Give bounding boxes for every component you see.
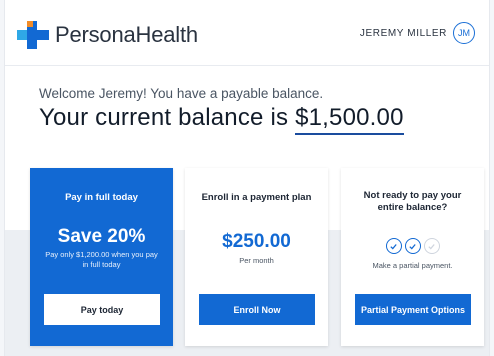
header: PersonaHealth JEREMY MILLER JM [5, 0, 489, 66]
user-menu[interactable]: JEREMY MILLER JM [360, 22, 475, 44]
partial-payment-title: Not ready to pay your entire balance? [363, 190, 462, 213]
pay-full-title: Pay in full today [65, 192, 138, 203]
payment-plan-title: Enroll in a payment plan [201, 192, 312, 203]
page: PersonaHealth JEREMY MILLER JM Welcome J… [4, 0, 490, 356]
logo-text: PersonaHealth [55, 22, 198, 47]
partial-payment-description: Make a partial payment. [372, 261, 453, 270]
logo[interactable]: PersonaHealth [17, 20, 198, 50]
partial-payment-options-button[interactable]: Partial Payment Options [355, 294, 471, 325]
savings-description: Pay only $1,200.00 when you pay in full … [45, 250, 158, 269]
pay-full-card: Pay in full today Save 20% Pay only $1,2… [30, 168, 173, 346]
partial-payment-card: Not ready to pay your entire balance? Ma… [341, 168, 484, 346]
balance-heading: Your current balance is $1,500.00 [39, 104, 404, 135]
avatar[interactable]: JM [453, 22, 475, 44]
balance-amount: $1,500.00 [295, 104, 404, 135]
pay-today-button[interactable]: Pay today [44, 294, 160, 325]
monthly-period: Per month [239, 256, 274, 265]
user-name[interactable]: JEREMY MILLER [360, 28, 447, 39]
welcome-message: Welcome Jeremy! You have a payable balan… [39, 86, 324, 101]
enroll-now-button[interactable]: Enroll Now [199, 294, 315, 325]
savings-headline: Save 20% [57, 226, 146, 247]
check-circle-icon [404, 238, 421, 254]
check-circle-empty-icon [423, 238, 440, 254]
logo-cross-icon [17, 21, 49, 49]
partial-progress [341, 238, 484, 254]
payment-plan-card: Enroll in a payment plan $250.00 Per mon… [185, 168, 328, 346]
check-circle-icon [385, 238, 402, 254]
monthly-amount: $250.00 [222, 231, 291, 252]
balance-prefix: Your current balance is [39, 104, 296, 131]
